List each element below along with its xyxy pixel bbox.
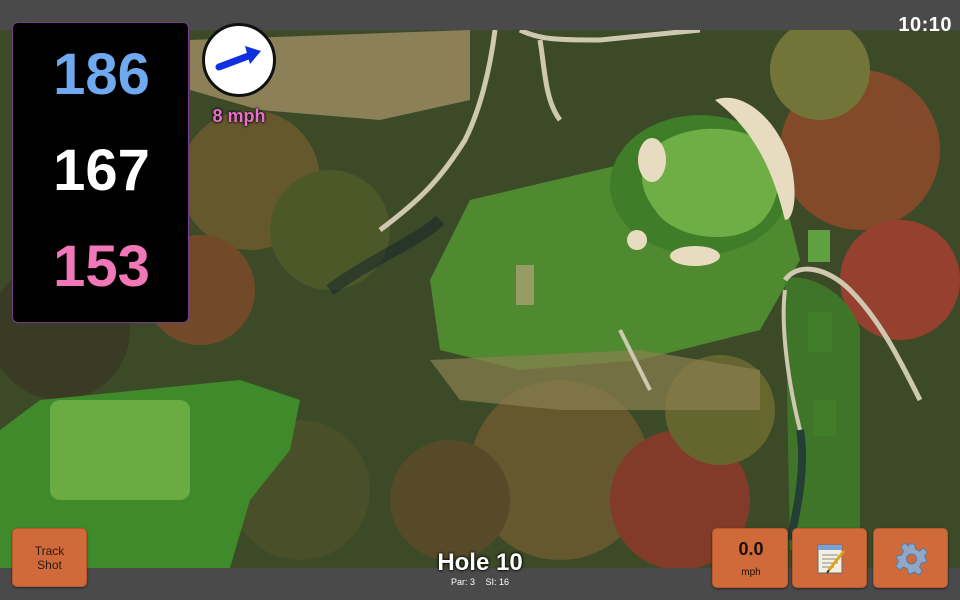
wind-speed-label: 8 mph (212, 106, 266, 126)
hole-title: Hole 10 (437, 549, 523, 576)
track-shot-label-line2: Shot (37, 557, 62, 572)
track-shot-button[interactable]: Track Shot (12, 528, 87, 587)
speed-button[interactable]: 0.0 mph (712, 528, 788, 588)
gear-icon (894, 542, 929, 576)
settings-button[interactable] (873, 528, 948, 588)
notes-button[interactable] (792, 528, 867, 588)
speed-value: 0.0 (738, 539, 764, 559)
clock-text: 10:10 (898, 14, 952, 36)
track-shot-label-line1: Track (34, 543, 65, 558)
notepad-icon (817, 544, 846, 574)
middle-of-green-distance: 167 (53, 138, 150, 203)
track-shot-label: Track Shot (35, 544, 65, 572)
front-of-green-distance: 153 (53, 234, 150, 299)
speed-unit: mph (741, 567, 761, 578)
distance-panel: 186 167 153 (12, 22, 189, 323)
arrow-up-right-icon (215, 46, 261, 71)
hole-meta: Par: 3 SI: 16 (380, 577, 580, 587)
wind-direction-dial (202, 23, 276, 97)
back-of-green-distance: 186 (53, 42, 150, 107)
stroke-index-label: SI: 16 (485, 577, 510, 587)
golf-gps-app: 10:10 186 167 153 8 mph Track Shot Hole … (0, 0, 960, 600)
par-label: Par: 3 (450, 577, 475, 587)
